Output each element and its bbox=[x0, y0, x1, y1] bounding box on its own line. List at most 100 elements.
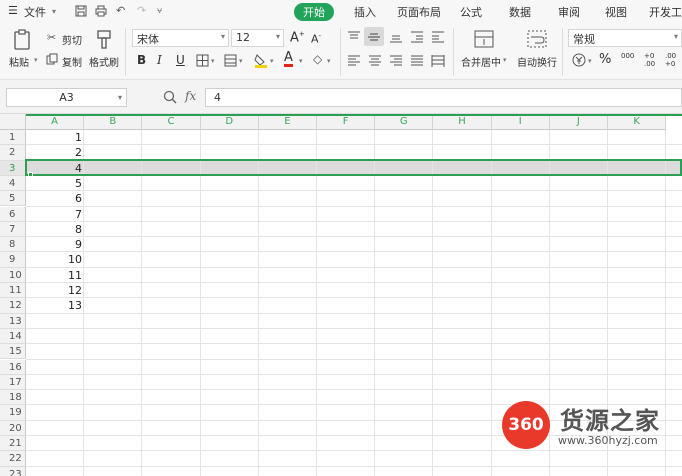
number-format-select[interactable]: 常规 ▾ bbox=[568, 29, 682, 47]
clear-dropdown-icon[interactable]: ▾ bbox=[327, 57, 331, 65]
cell-a7[interactable]: 8 bbox=[26, 222, 84, 237]
cell-a1[interactable]: 1 bbox=[26, 130, 84, 145]
merge-dropdown-icon[interactable]: ▾ bbox=[503, 56, 507, 64]
distributed-align-icon[interactable] bbox=[431, 54, 445, 68]
save-icon[interactable] bbox=[75, 5, 87, 17]
row-header-17[interactable]: 17 bbox=[0, 374, 26, 391]
name-box[interactable]: A3 ▾ bbox=[6, 88, 127, 107]
tab-home[interactable]: 开始 bbox=[294, 3, 334, 21]
column-header-e[interactable]: E bbox=[258, 114, 317, 130]
fill-color-dropdown-icon[interactable]: ▾ bbox=[270, 57, 274, 65]
format-painter-icon[interactable] bbox=[94, 29, 114, 51]
select-all-corner[interactable] bbox=[0, 114, 26, 130]
tab-formulas[interactable]: 公式 bbox=[460, 4, 482, 20]
borders-dropdown-icon[interactable]: ▾ bbox=[211, 57, 215, 65]
row-header-2[interactable]: 2 bbox=[0, 145, 26, 161]
redo-icon[interactable]: ↷ bbox=[137, 4, 146, 17]
currency-icon[interactable] bbox=[572, 53, 586, 67]
justify-icon[interactable] bbox=[410, 54, 424, 68]
row-header-5[interactable]: 5 bbox=[0, 191, 26, 207]
row-header-15[interactable]: 15 bbox=[0, 344, 26, 360]
increase-indent-icon[interactable] bbox=[431, 30, 445, 44]
font-color-dropdown-icon[interactable]: ▾ bbox=[299, 57, 303, 65]
percent-button[interactable]: % bbox=[599, 52, 611, 67]
chevron-down-icon[interactable]: ▾ bbox=[52, 7, 56, 16]
eraser-icon[interactable]: ◇ bbox=[313, 52, 322, 66]
cell-a8[interactable]: 9 bbox=[26, 237, 84, 252]
row-header-1[interactable]: 1 bbox=[0, 130, 26, 146]
tab-data[interactable]: 数据 bbox=[509, 4, 531, 20]
currency-dropdown-icon[interactable]: ▾ bbox=[588, 57, 592, 65]
row-header-10[interactable]: 10 bbox=[0, 267, 26, 283]
row-header-14[interactable]: 14 bbox=[0, 328, 26, 345]
row-header-8[interactable]: 8 bbox=[0, 237, 26, 253]
row-header-18[interactable]: 18 bbox=[0, 390, 26, 406]
row-header-12[interactable]: 12 bbox=[0, 298, 26, 314]
underline-icon[interactable]: U bbox=[176, 53, 185, 67]
italic-icon[interactable]: I bbox=[157, 53, 162, 67]
wrap-text-icon[interactable] bbox=[527, 29, 547, 49]
align-middle-button[interactable] bbox=[364, 27, 384, 46]
formula-input[interactable]: 4 bbox=[205, 88, 682, 107]
column-header-k[interactable]: K bbox=[608, 114, 667, 130]
tab-view[interactable]: 视图 bbox=[605, 4, 627, 20]
tab-developer[interactable]: 开发工具 bbox=[649, 4, 682, 20]
insert-function-icon[interactable]: fx bbox=[185, 89, 196, 103]
cut-button[interactable]: 剪切 bbox=[62, 32, 82, 47]
column-header-h[interactable]: H bbox=[433, 114, 492, 130]
bold-icon[interactable]: B bbox=[137, 53, 146, 67]
paste-button[interactable]: 粘贴 bbox=[9, 54, 29, 69]
row-header-16[interactable]: 16 bbox=[0, 359, 26, 375]
merge-center-icon[interactable] bbox=[474, 29, 494, 49]
merge-center-button[interactable]: 合并居中 bbox=[461, 54, 501, 69]
row-header-21[interactable]: 21 bbox=[0, 436, 26, 452]
thousands-button[interactable]: 000 bbox=[621, 52, 634, 60]
paste-icon[interactable] bbox=[13, 29, 33, 51]
align-left-icon[interactable] bbox=[347, 54, 361, 68]
align-bottom-icon[interactable] bbox=[389, 30, 403, 44]
column-header-c[interactable]: C bbox=[142, 114, 201, 130]
increase-decimal-button[interactable]: +0 .00 bbox=[644, 52, 658, 68]
cell-a4[interactable]: 5 bbox=[26, 176, 84, 191]
zoom-search-icon[interactable] bbox=[163, 90, 177, 104]
decrease-decimal-button[interactable]: .00 +0 bbox=[665, 52, 679, 68]
row-header-23[interactable]: 23 bbox=[0, 466, 26, 476]
fill-handle[interactable] bbox=[28, 172, 33, 177]
row-header-22[interactable]: 22 bbox=[0, 451, 26, 467]
row-header-4[interactable]: 4 bbox=[0, 175, 26, 192]
format-painter-button[interactable]: 格式刷 bbox=[89, 54, 119, 69]
column-header-j[interactable]: J bbox=[549, 114, 608, 130]
customize-quick-access-icon[interactable]: ⩝ bbox=[157, 6, 162, 16]
column-header-g[interactable]: G bbox=[375, 114, 434, 130]
align-top-icon[interactable] bbox=[347, 30, 361, 44]
cell-style-dropdown-icon[interactable]: ▾ bbox=[239, 57, 243, 65]
hamburger-icon[interactable]: ☰ bbox=[8, 4, 18, 17]
column-header-f[interactable]: F bbox=[317, 114, 376, 130]
align-right-icon[interactable] bbox=[389, 54, 403, 68]
copy-button[interactable]: 复制 bbox=[62, 54, 82, 69]
decrease-indent-icon[interactable] bbox=[410, 30, 424, 44]
undo-icon[interactable]: ↶ bbox=[116, 4, 125, 17]
row-header-7[interactable]: 7 bbox=[0, 221, 26, 238]
font-size-select[interactable]: 12 ▾ bbox=[231, 29, 284, 47]
wrap-text-button[interactable]: 自动换行 bbox=[517, 54, 557, 69]
row-header-20[interactable]: 20 bbox=[0, 420, 26, 436]
print-icon[interactable] bbox=[95, 5, 107, 17]
borders-icon[interactable] bbox=[196, 54, 209, 67]
row-header-13[interactable]: 13 bbox=[0, 313, 26, 329]
paste-dropdown-icon[interactable]: ▾ bbox=[34, 56, 38, 64]
cell-a6[interactable]: 7 bbox=[26, 207, 84, 222]
cell-a10[interactable]: 11 bbox=[26, 268, 84, 283]
column-header-a[interactable]: A bbox=[26, 114, 85, 130]
font-color-icon[interactable]: A bbox=[284, 51, 293, 67]
cell-a11[interactable]: 12 bbox=[26, 283, 84, 298]
column-header-d[interactable]: D bbox=[200, 114, 259, 130]
cell-a5[interactable]: 6 bbox=[26, 191, 84, 206]
column-header-b[interactable]: B bbox=[84, 114, 143, 130]
tab-review[interactable]: 审阅 bbox=[558, 4, 580, 20]
cell-style-icon[interactable] bbox=[224, 54, 237, 67]
cell-a9[interactable]: 10 bbox=[26, 252, 84, 267]
row-header-9[interactable]: 9 bbox=[0, 252, 26, 268]
row-header-11[interactable]: 11 bbox=[0, 283, 26, 299]
row-header-6[interactable]: 6 bbox=[0, 206, 26, 222]
